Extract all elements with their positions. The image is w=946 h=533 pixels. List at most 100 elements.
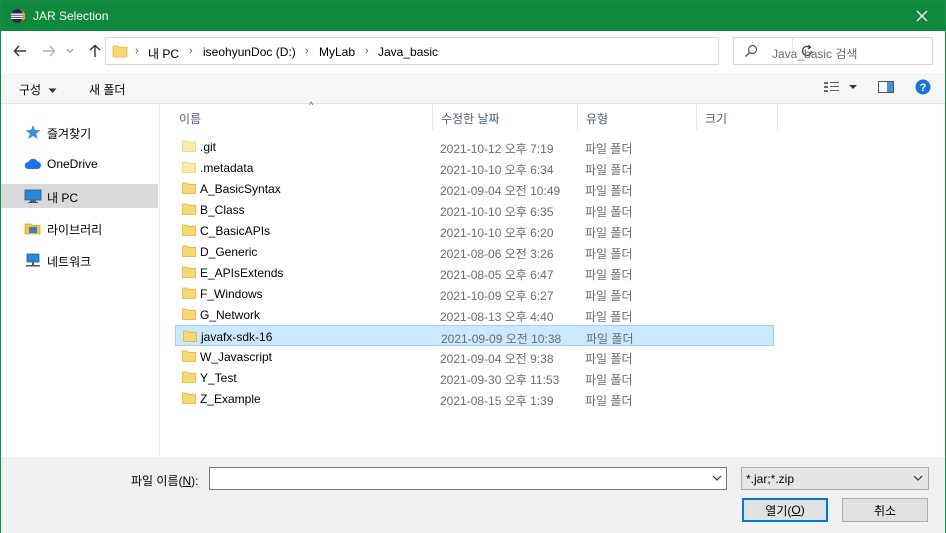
dropdown-arrow-icon (48, 88, 57, 93)
sidebar-item-libraries[interactable]: 라이브러리 (1, 216, 158, 240)
svg-text:?: ? (920, 82, 927, 94)
sidebar-item-this-pc[interactable]: 내 PC (1, 184, 158, 208)
folder-icon (182, 140, 196, 152)
organize-button[interactable]: 구성 (19, 81, 57, 98)
breadcrumb-this-pc[interactable]: 내 PC (148, 45, 179, 62)
file-date: 2021-10-10 오후 6:34 (440, 163, 554, 177)
file-name: W_Javascript (200, 350, 273, 364)
file-type: 파일 폴더 (585, 226, 633, 240)
back-button[interactable] (10, 41, 30, 61)
file-row[interactable]: Z_Example 2021-08-15 오후 1:39 파일 폴더 (175, 388, 774, 409)
folder-icon (182, 287, 196, 299)
filename-input[interactable] (209, 467, 727, 490)
help-button[interactable]: ? (915, 79, 931, 98)
file-type: 파일 폴더 (585, 163, 633, 177)
navigation-pane: 즐겨찾기 OneDrive 내 PC 라이브러리 네트워크 (1, 104, 160, 456)
preview-pane-button[interactable] (878, 80, 894, 97)
file-type: 파일 폴더 (585, 394, 633, 408)
network-icon (26, 253, 40, 267)
recent-locations-button[interactable] (63, 41, 77, 61)
file-row[interactable]: .metadata 2021-10-10 오후 6:34 파일 폴더 (175, 157, 774, 178)
file-date: 2021-08-15 오후 1:39 (440, 394, 554, 408)
file-row[interactable]: C_BasicAPIs 2021-10-10 오후 6:20 파일 폴더 (175, 220, 774, 241)
chevron-down-icon[interactable] (712, 472, 722, 484)
open-label-suffix: ) (800, 503, 805, 517)
folder-icon (182, 392, 196, 404)
file-name: C_BasicAPIs (200, 224, 271, 238)
dialog-footer: 파일 이름(N): *.jar;*.zip 열기(O) 취소 (1, 457, 945, 533)
folder-icon (182, 203, 196, 215)
change-view-button[interactable] (823, 80, 859, 97)
file-row[interactable]: A_BasicSyntax 2021-09-04 오전 10:49 파일 폴더 (175, 178, 774, 199)
file-type: 파일 폴더 (585, 247, 633, 261)
close-icon (916, 10, 928, 22)
file-type: 파일 폴더 (585, 352, 633, 366)
column-header-type[interactable]: 유형 (578, 104, 697, 130)
search-input[interactable]: Java_basic 검색 (733, 37, 933, 65)
cancel-button[interactable]: 취소 (842, 498, 928, 522)
file-row[interactable]: Y_Test 2021-09-30 오후 11:53 파일 폴더 (175, 367, 774, 388)
star-icon (25, 125, 41, 139)
file-row[interactable]: B_Class 2021-10-10 오후 6:35 파일 폴더 (175, 199, 774, 220)
organize-label: 구성 (19, 83, 42, 97)
cancel-label: 취소 (873, 503, 897, 518)
breadcrumb-java-basic[interactable]: Java_basic (378, 45, 438, 59)
file-type-value: *.jar;*.zip (746, 472, 795, 486)
arrow-right-icon (43, 45, 56, 57)
folder-icon (182, 182, 196, 194)
cloud-icon (24, 158, 41, 169)
folder-icon (182, 161, 196, 173)
sidebar-item-label: OneDrive (47, 157, 98, 171)
breadcrumb-mylab[interactable]: MyLab (319, 45, 355, 59)
forward-button[interactable] (39, 41, 59, 61)
file-row[interactable]: G_Network 2021-08-13 오후 4:40 파일 폴더 (175, 304, 774, 325)
up-button[interactable] (85, 41, 105, 61)
file-name: A_BasicSyntax (200, 182, 281, 196)
file-date: 2021-08-06 오전 3:26 (440, 247, 554, 261)
title-bar[interactable]: JAR Selection (1, 1, 945, 31)
preview-pane-icon (878, 81, 894, 93)
chevron-down-icon (913, 475, 923, 481)
breadcrumb-separator: › (365, 45, 369, 57)
file-row[interactable]: F_Windows 2021-10-09 오후 6:27 파일 폴더 (175, 283, 774, 304)
sidebar-item-label: 네트워크 (47, 255, 92, 269)
chevron-down-icon (66, 48, 74, 54)
sidebar-item-network[interactable]: 네트워크 (1, 248, 158, 272)
view-options-icon (824, 82, 857, 92)
breadcrumb-separator: › (305, 45, 309, 57)
file-row[interactable]: javafx-sdk-16 2021-09-09 오전 10:38 파일 폴더 (175, 325, 774, 346)
open-button[interactable]: 열기(O) (742, 498, 828, 522)
column-header-label: 유형 (586, 112, 609, 126)
file-name: .git (200, 140, 217, 154)
sidebar-item-label: 내 PC (47, 191, 79, 205)
search-icon (745, 44, 758, 57)
file-name: javafx-sdk-16 (201, 330, 273, 344)
file-row[interactable]: E_APIsExtends 2021-08-05 오후 6:47 파일 폴더 (175, 262, 774, 283)
file-row[interactable]: W_Javascript 2021-09-04 오전 9:38 파일 폴더 (175, 346, 774, 367)
jar-selection-dialog: JAR Selection › 내 PC › iseohyunDoc (D:) … (0, 0, 946, 533)
breadcrumb-drive[interactable]: iseohyunDoc (D:) (203, 45, 296, 59)
file-date: 2021-10-10 오후 6:35 (440, 205, 554, 219)
filename-label: 파일 이름(N): (131, 474, 199, 488)
folder-icon (182, 266, 196, 278)
file-type-select[interactable]: *.jar;*.zip (741, 467, 929, 490)
sidebar-item-onedrive[interactable]: OneDrive (1, 152, 158, 176)
file-date: 2021-10-09 오후 6:27 (440, 289, 554, 303)
file-name: Z_Example (200, 392, 261, 406)
file-name: F_Windows (200, 287, 263, 301)
file-type: 파일 폴더 (586, 332, 634, 346)
file-row[interactable]: D_Generic 2021-08-06 오전 3:26 파일 폴더 (175, 241, 774, 262)
sidebar-item-quick-access[interactable]: 즐겨찾기 (1, 120, 158, 144)
column-header-label: 이름 (179, 112, 202, 126)
new-folder-button[interactable]: 새 폴더 (89, 81, 125, 98)
file-type: 파일 폴더 (585, 310, 633, 324)
file-date: 2021-08-13 오후 4:40 (440, 310, 554, 324)
close-button[interactable] (899, 1, 945, 31)
column-header-name[interactable]: 이름 ^ (171, 100, 433, 130)
file-row[interactable]: .git 2021-10-12 오후 7:19 파일 폴더 (175, 136, 774, 157)
column-header-size[interactable]: 크기 (697, 104, 778, 130)
sort-ascending-icon: ^ (309, 100, 314, 110)
file-date: 2021-09-09 오전 10:38 (441, 332, 562, 346)
column-header-date[interactable]: 수정한 날짜 (433, 104, 578, 130)
address-bar[interactable]: › 내 PC › iseohyunDoc (D:) › MyLab › Java… (105, 37, 813, 65)
